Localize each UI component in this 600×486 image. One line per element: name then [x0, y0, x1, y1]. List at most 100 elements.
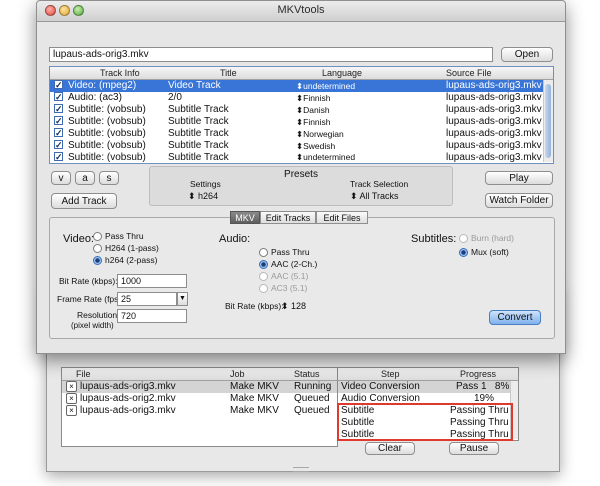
steps-col-progress[interactable]: Progress: [460, 368, 496, 380]
tab-edit-files[interactable]: Edit Files: [316, 211, 368, 224]
title-bar[interactable]: MKVtools: [37, 1, 565, 22]
track-row[interactable]: ✓ Subtitle: (vobsub) Subtitle Track ⬍ Da…: [50, 104, 543, 116]
tab-edit-tracks[interactable]: Edit Tracks: [260, 211, 316, 224]
watch-folder-button[interactable]: Watch Folder: [485, 193, 553, 208]
clear-button[interactable]: Clear: [365, 442, 415, 455]
track-col-language[interactable]: Language: [322, 67, 362, 79]
queue-table: File Job Status × lupaus-ads-orig3.mkv Ma…: [61, 367, 338, 447]
track-checkbox[interactable]: ✓: [54, 104, 63, 114]
step-row[interactable]: Video Conversion Pass 1 8%: [338, 381, 518, 393]
video-option-h264-2pass[interactable]: h264 (2-pass): [93, 255, 157, 266]
remove-job-icon[interactable]: ×: [66, 393, 77, 404]
radio-icon[interactable]: [459, 234, 468, 244]
audio-option-pass-thru[interactable]: Pass Thru: [259, 247, 310, 258]
add-track-button[interactable]: Add Track: [51, 193, 117, 209]
remove-job-icon[interactable]: ×: [66, 381, 77, 392]
queue-col-file[interactable]: File: [76, 368, 91, 380]
subtitle-option-burn[interactable]: Burn (hard): [459, 233, 514, 244]
play-button[interactable]: Play: [485, 171, 553, 185]
video-track-button[interactable]: v: [51, 171, 71, 185]
subtitle-track-button[interactable]: s: [99, 171, 119, 185]
track-checkbox[interactable]: ✓: [54, 116, 63, 126]
track-checkbox[interactable]: ✓: [54, 128, 63, 138]
track-language[interactable]: ⬍ Swedish: [296, 140, 335, 152]
queue-col-status[interactable]: Status: [294, 368, 320, 380]
queue-row[interactable]: × lupaus-ads-orig3.mkv Make MKV Queued: [62, 405, 337, 417]
audio-track-button[interactable]: a: [75, 171, 95, 185]
subtitle-option-mux[interactable]: Mux (soft): [459, 247, 509, 258]
audio-bit-rate-label: Bit Rate (kbps):: [225, 301, 284, 311]
track-row[interactable]: ✓ Subtitle: (vobsub) Subtitle Track ⬍ Sw…: [50, 140, 543, 152]
main-window: MKVtools lupaus-ads-orig3.mkv Open Track…: [36, 0, 566, 354]
bit-rate-field[interactable]: 1000: [117, 274, 187, 288]
track-row[interactable]: ✓ Subtitle: (vobsub) Subtitle Track ⬍ No…: [50, 128, 543, 140]
track-language-value: Finnish: [303, 117, 331, 127]
option-label: Pass Thru: [105, 231, 144, 241]
track-language[interactable]: ⬍ Finnish: [296, 92, 331, 104]
radio-selected-icon[interactable]: [93, 256, 102, 266]
track-col-title[interactable]: Title: [220, 67, 237, 79]
track-language[interactable]: ⬍ undetermined: [296, 152, 355, 163]
option-label: Burn (hard): [471, 233, 514, 243]
track-checkbox[interactable]: ✓: [54, 80, 63, 90]
settings-popup[interactable]: ⬍ h264: [188, 191, 218, 202]
radio-selected-icon[interactable]: [259, 260, 268, 270]
resize-grip[interactable]: [293, 467, 309, 472]
track-language[interactable]: ⬍ Danish: [296, 104, 330, 116]
track-row[interactable]: ✓ Video: (mpeg2) Video Track ⬍ undetermi…: [50, 80, 543, 92]
track-info: Video: (mpeg2): [68, 80, 137, 91]
track-checkbox[interactable]: ✓: [54, 92, 63, 102]
radio-icon[interactable]: [259, 248, 268, 258]
track-col-source[interactable]: Source File: [446, 67, 492, 79]
video-option-pass-thru[interactable]: Pass Thru: [93, 231, 144, 242]
radio-icon[interactable]: [259, 284, 268, 294]
tab-bar: MKV Edit Tracks Edit Files: [230, 211, 370, 224]
audio-bit-rate-stepper[interactable]: ⬍ 128: [281, 301, 306, 312]
queue-row[interactable]: × lupaus-ads-orig2.mkv Make MKV Queued: [62, 393, 337, 405]
audio-option-ac3-51[interactable]: AC3 (5.1): [259, 283, 308, 294]
option-label: H264 (1-pass): [105, 243, 159, 253]
resolution-field[interactable]: 720: [117, 309, 187, 323]
track-language[interactable]: ⬍ undetermined: [296, 80, 355, 92]
track-language[interactable]: ⬍ Finnish: [296, 116, 331, 128]
track-source: lupaus-ads-orig3.mkv: [446, 152, 542, 163]
tab-mkv[interactable]: MKV: [230, 211, 260, 224]
file-path-field[interactable]: lupaus-ads-orig3.mkv: [49, 47, 493, 62]
remove-job-icon[interactable]: ×: [66, 405, 77, 416]
chevron-down-icon[interactable]: ▼: [177, 292, 188, 306]
audio-option-aac-51[interactable]: AAC (5.1): [259, 271, 308, 282]
track-title: Video Track: [168, 80, 221, 91]
step-name: Video Conversion: [341, 381, 420, 392]
queue-col-job[interactable]: Job: [230, 368, 245, 380]
open-button[interactable]: Open: [501, 47, 553, 62]
window-title: MKVtools: [277, 4, 325, 16]
track-selection-popup[interactable]: ⬍ All Tracks: [350, 191, 399, 202]
track-language[interactable]: ⬍ Norwegian: [296, 128, 344, 140]
pause-button[interactable]: Pause: [449, 442, 499, 455]
radio-icon[interactable]: [259, 272, 268, 282]
track-checkbox[interactable]: ✓: [54, 140, 63, 150]
queue-row[interactable]: × lupaus-ads-orig3.mkv Make MKV Running: [62, 381, 337, 393]
track-col-info[interactable]: Track Info: [100, 67, 140, 79]
track-table-scrollbar[interactable]: [543, 80, 553, 162]
convert-button[interactable]: Convert: [489, 310, 541, 325]
steps-col-step[interactable]: Step: [381, 368, 400, 380]
video-option-h264-1pass[interactable]: H264 (1-pass): [93, 243, 159, 254]
option-label: Mux (soft): [471, 247, 509, 257]
radio-icon[interactable]: [93, 232, 102, 242]
queue-file: lupaus-ads-orig3.mkv: [80, 381, 176, 393]
audio-label: Audio:: [219, 233, 251, 245]
subtitles-label: Subtitles:: [411, 233, 457, 245]
audio-option-aac-2ch[interactable]: AAC (2-Ch.): [259, 259, 317, 270]
track-row[interactable]: ✓ Subtitle: (vobsub) Subtitle Track ⬍ un…: [50, 152, 543, 163]
track-info: Subtitle: (vobsub): [68, 140, 146, 151]
queue-status: Running: [294, 381, 332, 392]
track-row[interactable]: ✓ Audio: (ac3) 2/0 ⬍ Finnish lupaus-ads-…: [50, 92, 543, 104]
track-checkbox[interactable]: ✓: [54, 152, 63, 162]
scroll-thumb[interactable]: [545, 84, 551, 158]
radio-icon[interactable]: [93, 244, 102, 254]
option-label: AC3 (5.1): [271, 283, 308, 293]
frame-rate-combo[interactable]: 25: [117, 292, 177, 306]
radio-selected-icon[interactable]: [459, 248, 468, 258]
track-row[interactable]: ✓ Subtitle: (vobsub) Subtitle Track ⬍ Fi…: [50, 116, 543, 128]
